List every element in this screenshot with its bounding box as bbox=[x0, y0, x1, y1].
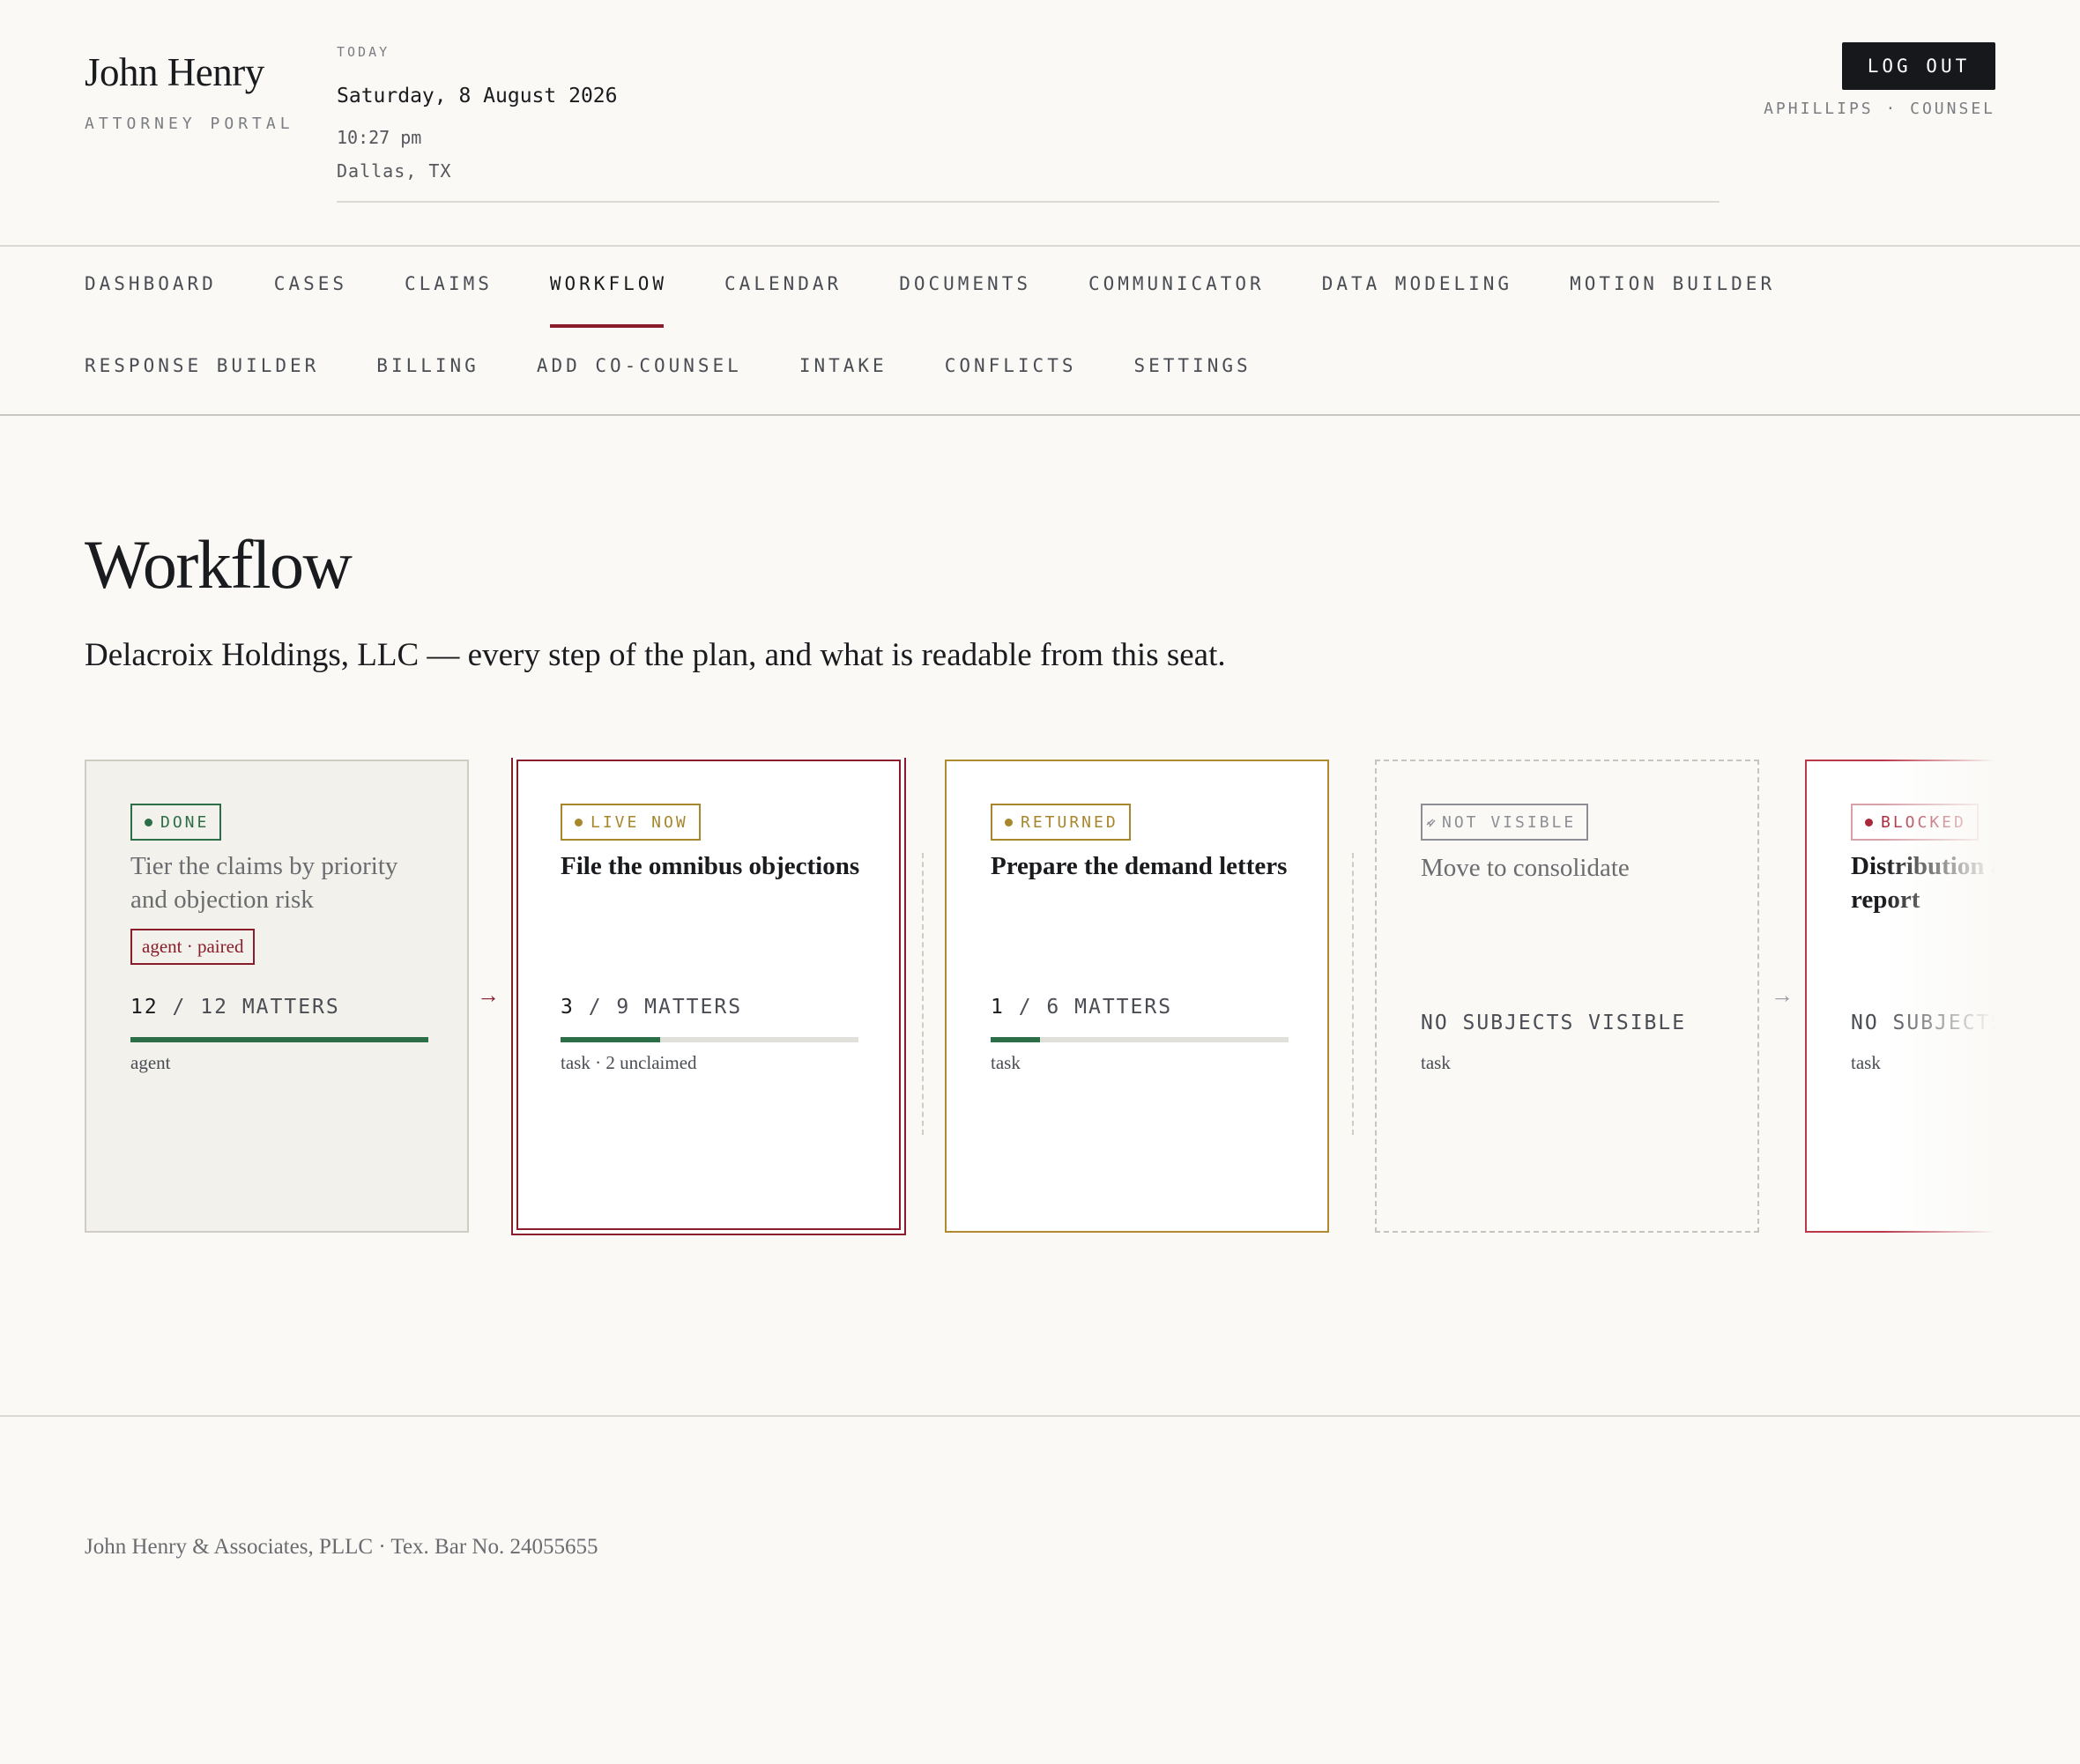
nav-item-conflicts[interactable]: CONFLICTS bbox=[945, 355, 1077, 376]
today-date: Saturday, 8 August 2026 bbox=[337, 85, 618, 107]
arrow-right-icon: → bbox=[1771, 982, 1794, 1008]
status-badge-live: LIVE NOW bbox=[561, 804, 701, 841]
matters-total: 6 bbox=[1046, 996, 1061, 1019]
brand-name: John Henry bbox=[85, 50, 264, 94]
nav-item-settings[interactable]: SETTINGS bbox=[1133, 355, 1251, 376]
matters-total: 9 bbox=[616, 996, 631, 1019]
footer-firm-info: John Henry & Associates, PLLC · Tex. Bar… bbox=[85, 1535, 598, 1559]
today-panel: TODAY Saturday, 8 August 2026 10:27 pm D… bbox=[337, 44, 1720, 203]
status-badge-done: DONE bbox=[130, 804, 222, 841]
workflow-step-card[interactable]: DONE Tier the claims by priority and obj… bbox=[85, 760, 469, 1233]
status-label: LIVE NOW bbox=[591, 812, 688, 832]
status-dot-icon bbox=[1005, 818, 1013, 826]
matters-count: 12 / 12 MATTERS bbox=[130, 996, 340, 1019]
logout-button[interactable]: LOG OUT bbox=[1842, 42, 1995, 90]
step-meta: task bbox=[1421, 1052, 1451, 1073]
progress-bar bbox=[991, 1037, 1289, 1042]
nav-row-primary: DASHBOARD CASES CLAIMS WORKFLOW CALENDAR… bbox=[85, 273, 1775, 328]
main-navigation: DASHBOARD CASES CLAIMS WORKFLOW CALENDAR… bbox=[0, 245, 2080, 416]
status-label: BLOCKED bbox=[1881, 812, 1966, 832]
nav-item-cases[interactable]: CASES bbox=[274, 273, 347, 294]
step-divider bbox=[1352, 853, 1354, 1135]
nav-item-add-co-counsel[interactable]: ADD CO-COUNSEL bbox=[537, 355, 742, 376]
nav-item-workflow[interactable]: WORKFLOW bbox=[549, 273, 667, 328]
step-title: Move to consolidate bbox=[1421, 854, 1630, 882]
nav-item-communicator[interactable]: COMMUNICATOR bbox=[1088, 273, 1265, 294]
nav-item-response-builder[interactable]: RESPONSE BUILDER bbox=[85, 355, 319, 376]
today-time: 10:27 pm bbox=[337, 127, 422, 148]
nav-item-billing[interactable]: BILLING bbox=[376, 355, 479, 376]
workflow-step-card-active[interactable]: LIVE NOW File the omnibus objections 3 /… bbox=[511, 758, 906, 1235]
no-subjects-label: NO SUBJECTS VISIBLE bbox=[1421, 1012, 1687, 1034]
workflow-step-card[interactable]: BLOCKED Distribution analysis report NO … bbox=[1805, 760, 1995, 1233]
nav-item-calendar[interactable]: CALENDAR bbox=[724, 273, 842, 294]
nav-item-data-modeling[interactable]: DATA MODELING bbox=[1322, 273, 1512, 294]
nav-item-motion-builder[interactable]: MOTION BUILDER bbox=[1570, 273, 1775, 294]
matters-done: 12 bbox=[130, 996, 159, 1019]
step-title: Distribution analysis report bbox=[1851, 852, 1995, 914]
workflow-step-card[interactable]: RETURNED Prepare the demand letters 1 / … bbox=[945, 760, 1329, 1233]
no-subjects-label: NO SUBJECTS VISIBLE bbox=[1851, 1012, 1995, 1034]
step-title: Prepare the demand letters bbox=[991, 852, 1288, 880]
brand: John Henry ATTORNEY PORTAL bbox=[85, 49, 294, 133]
progress-bar bbox=[561, 1037, 858, 1042]
account-user-line: APHILLIPS · COUNSEL bbox=[1764, 100, 1995, 118]
page-subtitle: Delacroix Holdings, LLC — every step of … bbox=[85, 637, 1226, 673]
nav-item-intake[interactable]: INTAKE bbox=[799, 355, 888, 376]
eye-off-icon bbox=[1426, 819, 1436, 827]
progress-fill bbox=[991, 1037, 1041, 1042]
nav-item-dashboard[interactable]: DASHBOARD bbox=[85, 273, 217, 294]
progress-bar bbox=[130, 1037, 428, 1042]
status-badge-blocked: BLOCKED bbox=[1851, 804, 1979, 841]
status-label: RETURNED bbox=[1021, 812, 1118, 832]
matters-unit: MATTERS bbox=[241, 996, 340, 1019]
progress-fill bbox=[561, 1037, 660, 1042]
matters-total: 12 bbox=[200, 996, 228, 1019]
matters-unit: MATTERS bbox=[644, 996, 743, 1019]
status-dot-icon bbox=[145, 818, 152, 826]
workflow-track[interactable]: DONE Tier the claims by priority and obj… bbox=[85, 758, 1995, 1237]
matters-done: 3 bbox=[561, 996, 575, 1019]
step-meta: task bbox=[991, 1052, 1021, 1073]
brand-subtitle: ATTORNEY PORTAL bbox=[85, 115, 294, 133]
today-label: TODAY bbox=[337, 44, 390, 60]
status-label: DONE bbox=[160, 812, 210, 832]
arrow-right-icon: → bbox=[477, 982, 500, 1008]
page-title: Workflow bbox=[85, 526, 353, 603]
nav-row-secondary: RESPONSE BUILDER BILLING ADD CO-COUNSEL … bbox=[85, 355, 1252, 376]
footer: John Henry & Associates, PLLC · Tex. Bar… bbox=[0, 1415, 2080, 1764]
nav-item-documents[interactable]: DOCUMENTS bbox=[899, 273, 1031, 294]
matters-count: 1 / 6 MATTERS bbox=[991, 996, 1173, 1019]
status-badge-not-visible: NOT VISIBLE bbox=[1421, 804, 1589, 841]
workflow-step-card[interactable]: NOT VISIBLE Move to consolidate NO SUBJE… bbox=[1375, 760, 1759, 1233]
nav-item-claims[interactable]: CLAIMS bbox=[405, 273, 493, 294]
step-meta: task bbox=[1851, 1052, 1881, 1073]
status-dot-icon bbox=[1865, 818, 1873, 826]
step-title: Tier the claims by priority and objectio… bbox=[130, 852, 398, 914]
step-title: File the omnibus objections bbox=[561, 852, 860, 880]
step-divider bbox=[922, 853, 924, 1135]
matters-unit: MATTERS bbox=[1074, 996, 1173, 1019]
matters-done: 1 bbox=[991, 996, 1005, 1019]
step-meta: agent bbox=[130, 1052, 171, 1073]
step-meta: task · 2 unclaimed bbox=[561, 1052, 697, 1073]
status-badge-returned: RETURNED bbox=[991, 804, 1131, 841]
step-tag: agent · paired bbox=[130, 929, 256, 965]
status-dot-icon bbox=[575, 818, 583, 826]
matters-count: 3 / 9 MATTERS bbox=[561, 996, 743, 1019]
today-location: Dallas, TX bbox=[337, 160, 452, 182]
progress-fill bbox=[130, 1037, 428, 1042]
status-label: NOT VISIBLE bbox=[1442, 812, 1577, 832]
